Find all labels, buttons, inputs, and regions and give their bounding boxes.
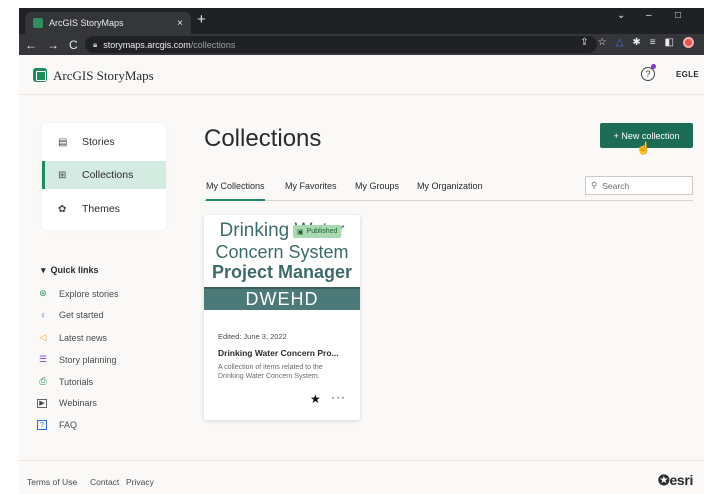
footer-link-privacy[interactable]: Privacy (126, 477, 154, 487)
sidebar-item-collections[interactable]: ⊞ Collections (42, 161, 166, 189)
app-header: ArcGIS StoryMaps ? EGLE (19, 55, 704, 95)
side-panel-icon[interactable]: ◧ (665, 37, 674, 48)
profile-avatar-icon[interactable] (683, 37, 694, 48)
collection-thumbnail[interactable]: Drinking Water Concern System Project Ma… (204, 215, 360, 313)
badge-label: Published (306, 228, 338, 235)
tab-title: ArcGIS StoryMaps (49, 18, 124, 28)
quick-link-faq[interactable]: ? FAQ (37, 420, 77, 430)
explore-icon: ⊛ (39, 288, 47, 298)
search-icon: ⚲ (591, 180, 598, 190)
search-placeholder: Search (602, 180, 630, 191)
quick-link-webinars[interactable]: ▶ Webinars (37, 398, 97, 408)
search-input[interactable]: ⚲ Search (585, 176, 693, 195)
browser-tabbar: ArcGIS StoryMaps × + ⌄ – □ (19, 8, 704, 34)
user-menu[interactable]: EGLE (676, 70, 699, 79)
maximize-button[interactable]: □ (675, 10, 681, 21)
quick-link-label: Explore stories (59, 288, 119, 299)
hand-cursor-icon: ☝ (636, 141, 651, 155)
sidebar-item-label: Collections (82, 169, 134, 181)
storymaps-favicon-icon (33, 18, 43, 28)
sidebar-item-themes[interactable]: ✿ Themes (42, 195, 166, 223)
quick-link-label: Story planning (59, 354, 117, 365)
published-badge: ▣ Published (293, 225, 342, 238)
list-icon: ☰ (38, 354, 48, 364)
tutorial-icon: ⎙ (39, 376, 47, 386)
share-icon[interactable]: ⇪ (580, 37, 588, 48)
footer: Terms of Use Contact Privacy ✪esri (19, 460, 704, 494)
page-title: Collections (204, 125, 322, 152)
grid-icon: ⊞ (58, 169, 67, 181)
card-title[interactable]: Drinking Water Concern Pro... (218, 348, 339, 358)
stories-icon: ▤ (58, 136, 68, 148)
tab-close-icon[interactable]: × (177, 18, 183, 29)
quick-link-label: Webinars (59, 398, 97, 408)
card-description: A collection of items related to the Dri… (218, 364, 323, 380)
thumbnail-line: Concern System (215, 242, 349, 262)
reload-button[interactable]: C (69, 38, 78, 52)
card-edited-date: Edited: June 3, 2022 (218, 332, 287, 341)
new-tab-button[interactable]: + (197, 11, 206, 28)
bookmark-star-icon[interactable]: ☆ (598, 37, 607, 48)
caret-down-icon: ▾ (41, 265, 46, 275)
quick-link-latest-news[interactable]: ◁ Latest news (37, 332, 108, 343)
thumbnail-line: Project Manager (211, 262, 353, 282)
faq-icon: ? (37, 420, 47, 430)
get-started-icon: ♀ (39, 310, 47, 320)
sidebar-nav: ▤ Stories ⊞ Collections ✿ Themes (42, 123, 166, 230)
tab-my-collections[interactable]: My Collections (206, 181, 265, 201)
quick-link-label: Latest news (59, 332, 108, 343)
quick-link-label: Tutorials (59, 376, 94, 387)
forward-button[interactable]: → (47, 38, 59, 52)
esri-logo[interactable]: ✪esri (658, 472, 693, 489)
tab-my-favorites[interactable]: My Favorites (285, 181, 337, 201)
tab-my-organization[interactable]: My Organization (417, 181, 483, 201)
thumbnail-band: DWEHD (204, 287, 360, 310)
esri-wordmark: esri (669, 472, 694, 488)
more-options-icon[interactable]: ··· (331, 390, 346, 404)
favorite-star-icon[interactable]: ★ (310, 392, 321, 406)
footer-link-terms[interactable]: Terms of Use (27, 477, 77, 487)
quick-link-label: Get started (59, 310, 104, 320)
extensions-puzzle-icon[interactable]: ✱ (632, 37, 640, 48)
sidebar-item-label: Stories (82, 136, 115, 148)
chevron-down-icon[interactable]: ⌄ (617, 10, 625, 21)
quick-link-get-started[interactable]: ♀ Get started (37, 310, 104, 320)
address-bar[interactable]: 🔒︎ storymaps.arcgis.com /collections (85, 36, 597, 53)
back-button[interactable]: ← (25, 38, 37, 52)
collection-card[interactable]: Drinking Water Concern System Project Ma… (204, 215, 360, 420)
sidebar-item-label: Themes (82, 203, 120, 215)
browser-tab[interactable]: ArcGIS StoryMaps × (25, 12, 191, 34)
storymaps-logo-icon[interactable] (33, 68, 47, 82)
published-icon: ▣ (297, 228, 304, 236)
quick-link-label: FAQ (59, 420, 78, 430)
url-host: storymaps.arcgis.com (103, 39, 191, 50)
url-path: /collections (190, 39, 236, 50)
tab-my-groups[interactable]: My Groups (355, 181, 399, 201)
notification-dot (651, 64, 656, 69)
minimize-button[interactable]: – (646, 10, 652, 21)
quick-link-story-planning[interactable]: ☰ Story planning (37, 354, 117, 365)
play-icon: ▶ (37, 398, 47, 408)
quick-links-toggle[interactable]: ▾ Quick links (41, 265, 99, 276)
browser-toolbar: ← → C 🔒︎ storymaps.arcgis.com /collectio… (19, 34, 704, 55)
palette-icon: ✿ (58, 203, 67, 215)
app-title[interactable]: ArcGIS StoryMaps (53, 68, 154, 84)
sidebar-item-stories[interactable]: ▤ Stories (42, 128, 166, 156)
browser-extensions: ⇪ ☆ △ ✱ ≡ ◧ (580, 37, 694, 48)
page-body: ▤ Stories ⊞ Collections ✿ Themes ▾ Quick… (19, 95, 704, 460)
footer-link-contact[interactable]: Contact (90, 477, 119, 487)
globe-icon: ✪ (658, 472, 670, 488)
quick-link-tutorials[interactable]: ⎙ Tutorials (37, 376, 93, 387)
quick-link-explore-stories[interactable]: ⊛ Explore stories (37, 288, 119, 299)
quick-links-heading: Quick links (50, 265, 99, 275)
reading-list-icon[interactable]: ≡ (650, 37, 656, 48)
lock-icon: 🔒︎ (93, 39, 98, 49)
extension-warning-icon[interactable]: △ (616, 37, 624, 48)
help-icon[interactable]: ? (641, 67, 655, 81)
megaphone-icon: ◁ (39, 332, 47, 342)
